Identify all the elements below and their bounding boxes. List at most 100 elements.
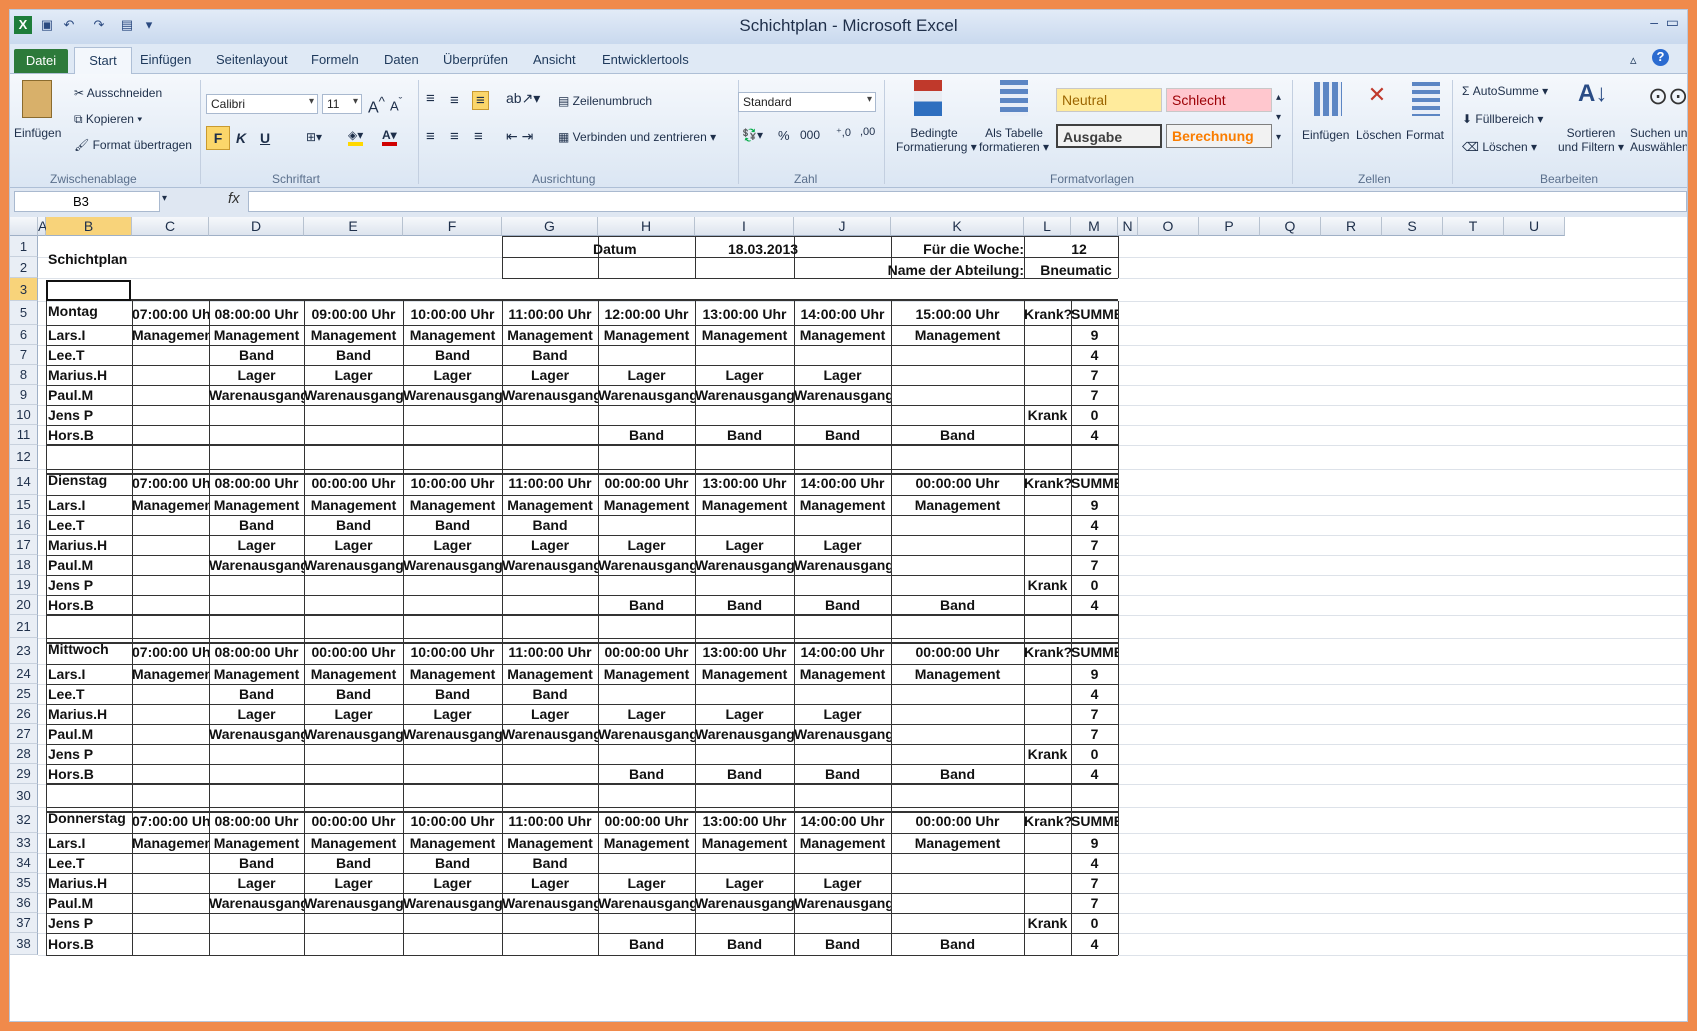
summe-header[interactable]: SUMME bbox=[1071, 471, 1118, 495]
staff-name[interactable]: Marius.H bbox=[48, 535, 132, 555]
column-header-f[interactable]: F bbox=[403, 217, 502, 236]
staff-name[interactable]: Lars.I bbox=[48, 664, 132, 684]
shift-cell[interactable]: Management bbox=[209, 833, 304, 853]
sum-cell[interactable]: 4 bbox=[1071, 345, 1118, 365]
row-header-15[interactable]: 15 bbox=[10, 495, 38, 515]
underline-button[interactable]: U bbox=[260, 130, 270, 146]
sheet-title[interactable]: Schichtplan bbox=[48, 251, 127, 267]
sum-cell[interactable]: 9 bbox=[1071, 664, 1118, 684]
row-header-18[interactable]: 18 bbox=[10, 555, 38, 575]
department-label[interactable]: Name der Abteilung: bbox=[878, 262, 1024, 278]
shift-cell[interactable]: Band bbox=[794, 764, 891, 784]
shift-cell[interactable]: Lager bbox=[794, 704, 891, 724]
sum-cell[interactable]: 7 bbox=[1071, 365, 1118, 385]
tab-seitenlayout[interactable]: Seitenlayout bbox=[216, 52, 288, 67]
shift-cell[interactable]: Band bbox=[695, 595, 794, 615]
sum-cell[interactable]: 0 bbox=[1071, 575, 1118, 595]
sum-cell[interactable]: 7 bbox=[1071, 385, 1118, 405]
row-header-14[interactable]: 14 bbox=[10, 469, 38, 495]
fill-button[interactable]: ⬇ Füllbereich ▾ bbox=[1462, 112, 1543, 126]
krank-header[interactable]: Krank? bbox=[1024, 471, 1071, 495]
summe-header[interactable]: SUMME bbox=[1071, 303, 1118, 325]
department-value[interactable]: Bneumatic bbox=[1024, 262, 1128, 278]
increase-decimal-icon[interactable]: ⁺,0 bbox=[836, 126, 851, 139]
copy-button[interactable]: ⧉ Kopieren ▾ bbox=[74, 112, 142, 127]
time-slot[interactable]: 10:00:00 Uhr bbox=[403, 471, 502, 495]
borders-icon[interactable]: ⊞▾ bbox=[306, 130, 322, 144]
time-slot[interactable]: 15:00:00 Uhr bbox=[891, 303, 1024, 325]
shift-cell[interactable]: Management bbox=[502, 495, 598, 515]
shift-cell[interactable]: Warenausgang bbox=[209, 385, 304, 405]
shift-cell[interactable]: Band bbox=[209, 515, 304, 535]
clear-button[interactable]: ⌫ Löschen ▾ bbox=[1462, 140, 1537, 154]
shift-cell[interactable]: Band bbox=[891, 933, 1024, 955]
font-color-icon[interactable]: A▾ bbox=[382, 128, 397, 146]
conditional-formatting-button[interactable]: Bedingte Formatierung ▾ bbox=[896, 126, 977, 154]
staff-name[interactable]: Paul.M bbox=[48, 385, 132, 405]
staff-name[interactable]: Jens P bbox=[48, 744, 132, 764]
font-size-select[interactable]: 11 bbox=[322, 94, 362, 114]
shift-cell[interactable]: Warenausgang bbox=[598, 555, 695, 575]
shift-cell[interactable]: Band bbox=[891, 764, 1024, 784]
shift-cell[interactable]: Warenausgang bbox=[794, 385, 891, 405]
column-header-o[interactable]: O bbox=[1138, 217, 1199, 236]
tab-formeln[interactable]: Formeln bbox=[311, 52, 359, 67]
shrink-font-icon[interactable]: Aˇ bbox=[390, 96, 402, 113]
time-slot[interactable]: 14:00:00 Uhr bbox=[794, 640, 891, 664]
sum-cell[interactable]: 7 bbox=[1071, 555, 1118, 575]
row-header-36[interactable]: 36 bbox=[10, 893, 38, 913]
staff-name[interactable]: Jens P bbox=[48, 405, 132, 425]
shift-cell[interactable]: Warenausgang bbox=[598, 724, 695, 744]
row-header-24[interactable]: 24 bbox=[10, 664, 38, 684]
staff-name[interactable]: Marius.H bbox=[48, 704, 132, 724]
row-header-1[interactable]: 1 bbox=[10, 236, 38, 257]
shift-cell[interactable]: Lager bbox=[695, 535, 794, 555]
shift-cell[interactable]: Lager bbox=[502, 704, 598, 724]
sum-cell[interactable]: 4 bbox=[1071, 425, 1118, 445]
shift-cell[interactable]: Warenausgang bbox=[403, 724, 502, 744]
shift-cell[interactable]: Management bbox=[891, 495, 1024, 515]
shift-cell[interactable]: Management bbox=[891, 664, 1024, 684]
shift-cell[interactable]: Band bbox=[403, 853, 502, 873]
row-header-11[interactable]: 11 bbox=[10, 425, 38, 445]
row-header-30[interactable]: 30 bbox=[10, 784, 38, 807]
shift-cell[interactable]: Warenausgang bbox=[794, 555, 891, 575]
staff-name[interactable]: Marius.H bbox=[48, 365, 132, 385]
time-slot[interactable]: 00:00:00 Uhr bbox=[598, 640, 695, 664]
shift-cell[interactable]: Lager bbox=[209, 365, 304, 385]
shift-cell[interactable]: Management bbox=[304, 664, 403, 684]
time-slot[interactable]: 09:00:00 Uhr bbox=[304, 303, 403, 325]
column-header-q[interactable]: Q bbox=[1260, 217, 1321, 236]
shift-cell[interactable]: Warenausgang bbox=[502, 555, 598, 575]
shift-cell[interactable]: Management bbox=[403, 495, 502, 515]
column-header-a[interactable]: A bbox=[38, 217, 47, 236]
time-slot[interactable]: 07:00:00 Uhr bbox=[132, 809, 209, 833]
column-header-m[interactable]: M bbox=[1071, 217, 1118, 236]
time-slot[interactable]: 10:00:00 Uhr bbox=[403, 640, 502, 664]
insert-function-icon[interactable]: fx bbox=[228, 190, 240, 207]
shift-cell[interactable]: Management bbox=[695, 833, 794, 853]
krank-header[interactable]: Krank? bbox=[1024, 640, 1071, 664]
shift-cell[interactable]: Warenausgang bbox=[794, 893, 891, 913]
merge-center-button[interactable]: ▦ Verbinden und zentrieren ▾ bbox=[558, 130, 716, 144]
currency-icon[interactable]: 💱▾ bbox=[742, 128, 763, 142]
shift-cell[interactable]: Managemen bbox=[132, 664, 209, 684]
row-header-3[interactable]: 3 bbox=[10, 278, 38, 301]
shift-cell[interactable]: Band bbox=[502, 853, 598, 873]
wrap-text-button[interactable]: ▤ Zeilenumbruch bbox=[558, 94, 652, 108]
staff-name[interactable]: Paul.M bbox=[48, 724, 132, 744]
row-header-25[interactable]: 25 bbox=[10, 684, 38, 704]
shift-cell[interactable]: Management bbox=[403, 833, 502, 853]
day-label-mittwoch[interactable]: Mittwoch bbox=[48, 638, 132, 660]
format-painter-button[interactable]: 🖌 Format übertragen bbox=[74, 138, 192, 152]
time-slot[interactable]: 07:00:00 Uhr bbox=[132, 303, 209, 325]
shift-cell[interactable]: Warenausgang bbox=[695, 555, 794, 575]
shift-cell[interactable]: Management bbox=[598, 325, 695, 345]
shift-cell[interactable]: Management bbox=[794, 664, 891, 684]
sum-cell[interactable]: 7 bbox=[1071, 535, 1118, 555]
name-box-dropdown-icon[interactable]: ▾ bbox=[162, 193, 167, 204]
shift-cell[interactable]: Lager bbox=[304, 873, 403, 893]
column-header-l[interactable]: L bbox=[1024, 217, 1071, 236]
staff-name[interactable]: Lars.I bbox=[48, 833, 132, 853]
shift-cell[interactable]: Band bbox=[794, 595, 891, 615]
